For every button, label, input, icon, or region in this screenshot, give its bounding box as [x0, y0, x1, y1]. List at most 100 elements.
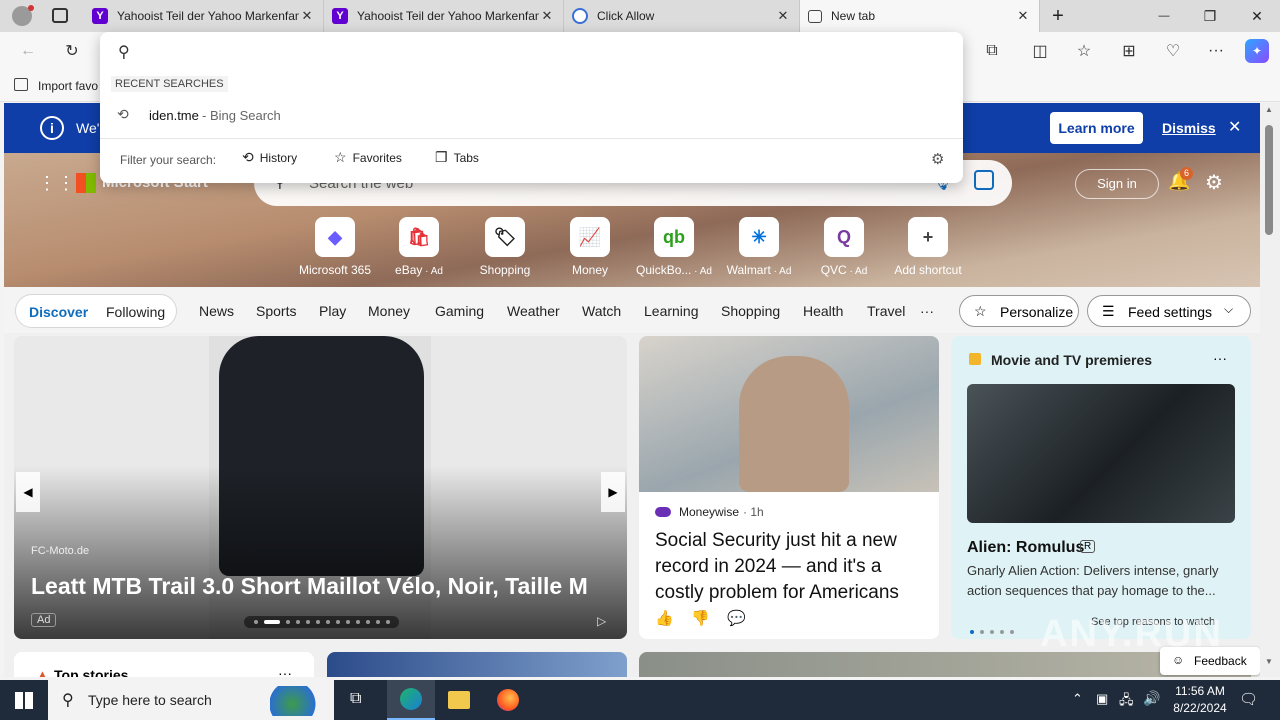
quick-link-m365[interactable]: ◆ Microsoft 365 — [295, 217, 375, 277]
feedback-label: Feedback — [1194, 654, 1247, 668]
dislike-icon[interactable]: 👎 — [691, 609, 710, 627]
menu-icon[interactable]: ··· — [1204, 39, 1228, 63]
tab-discover[interactable]: Discover — [29, 304, 88, 320]
movie-title[interactable]: Alien: Romulus — [967, 539, 1084, 557]
favorites-star-icon[interactable]: ☆ — [1072, 39, 1096, 63]
nav-item-health[interactable]: Health — [803, 303, 843, 319]
tab-close-icon[interactable]: ✕ — [1015, 8, 1031, 24]
scroll-down-icon[interactable]: ▼ — [1265, 657, 1273, 666]
copilot-icon[interactable]: ✦ — [1245, 39, 1269, 63]
scroll-up-icon[interactable]: ▲ — [1265, 105, 1273, 114]
clock-date[interactable]: 8/22/2024 — [1164, 701, 1236, 715]
extensions-icon[interactable]: ⧉ — [980, 39, 1004, 63]
comment-icon[interactable]: 💬 — [727, 609, 746, 627]
nav-item-play[interactable]: Play — [319, 303, 346, 319]
quick-link-chart[interactable]: 📈 Money — [550, 217, 630, 277]
notification-center-icon[interactable]: 🗨 — [1239, 690, 1258, 708]
ebay-icon: 🛍 — [399, 217, 439, 257]
quick-link-tag[interactable]: 🏷 Shopping — [465, 217, 545, 277]
like-icon[interactable]: 👍 — [655, 609, 674, 627]
tab-close-icon[interactable]: ✕ — [775, 8, 791, 24]
filter-history[interactable]: ⟲ History — [242, 149, 297, 171]
personalize-label: Personalize — [1000, 304, 1074, 320]
card-more-icon[interactable]: ··· — [1213, 350, 1227, 366]
top-stories-title[interactable]: Top stories — [54, 667, 128, 677]
nav-item-watch[interactable]: Watch — [582, 303, 621, 319]
personalize-button[interactable]: ☆ Personalize — [959, 295, 1079, 327]
minimize-button[interactable]: — — [1141, 0, 1187, 32]
tab-following[interactable]: Following — [106, 304, 165, 320]
visual-search-icon[interactable] — [974, 170, 994, 190]
tab-yahoo-1[interactable]: Y Yahooist Teil der Yahoo Markenfamilie … — [84, 0, 324, 32]
tab-new-tab[interactable]: New tab ✕ — [800, 0, 1040, 32]
clock-time[interactable]: 11:56 AM — [1170, 684, 1230, 698]
scroll-thumb[interactable] — [1265, 125, 1273, 235]
ad-title[interactable]: Leatt MTB Trail 3.0 Short Maillot Vélo, … — [31, 573, 588, 600]
card-more-icon[interactable]: ··· — [278, 665, 292, 677]
quick-link-walmart[interactable]: ✳ Walmart · Ad — [719, 217, 799, 277]
import-favorites-link[interactable]: Import favo — [38, 79, 98, 93]
close-banner-icon[interactable]: ✕ — [1228, 117, 1241, 137]
nav-item-news[interactable]: News — [199, 303, 234, 319]
windows-start-icon[interactable] — [15, 692, 33, 709]
firefox-icon[interactable] — [497, 689, 519, 711]
nav-item-sports[interactable]: Sports — [256, 303, 296, 319]
restore-button[interactable]: ❐ — [1187, 0, 1233, 32]
next-arrow-icon[interactable]: ▶ — [601, 472, 625, 512]
tab-actions-icon[interactable] — [52, 8, 68, 23]
task-view-icon[interactable]: ⧉ — [350, 690, 361, 708]
news-title[interactable]: Social Security just hit a new record in… — [655, 528, 930, 606]
nav-item-travel[interactable]: Travel — [867, 303, 905, 319]
ad-card[interactable]: ◀ ▶ FC-Moto.de Leatt MTB Trail 3.0 Short… — [14, 336, 627, 639]
tray-device-icon[interactable]: ▣ — [1096, 691, 1108, 707]
tray-chevron-icon[interactable]: ⌃ — [1072, 691, 1083, 707]
learn-more-button[interactable]: Learn more — [1050, 112, 1143, 144]
page-scrollbar[interactable]: ▲ ▼ — [1260, 103, 1280, 677]
carousel-dots[interactable] — [244, 616, 399, 628]
refresh-icon[interactable]: ↻ — [60, 39, 84, 63]
nav-item-gaming[interactable]: Gaming — [435, 303, 484, 319]
movie-image[interactable] — [967, 384, 1235, 523]
new-tab-button[interactable]: + — [1035, 0, 1081, 32]
quick-link-plus[interactable]: + Add shortcut — [888, 217, 968, 277]
feed-settings-button[interactable]: ☰ Feed settings ⌵ — [1087, 295, 1251, 327]
address-input[interactable] — [144, 38, 944, 64]
filter-favorites[interactable]: ☆ Favorites — [334, 149, 402, 171]
movie-section-title[interactable]: Movie and TV premieres — [991, 352, 1152, 368]
file-explorer-icon[interactable] — [448, 691, 470, 709]
prev-arrow-icon[interactable]: ◀ — [16, 472, 40, 512]
tab-click-allow[interactable]: Click Allow ✕ — [564, 0, 800, 32]
tab-close-icon[interactable]: ✕ — [539, 8, 555, 24]
quick-link-quickbooks[interactable]: qb QuickBo... · Ad — [634, 217, 714, 277]
nav-more-icon[interactable]: ··· — [920, 303, 934, 319]
close-window-button[interactable]: ✕ — [1234, 0, 1280, 32]
sign-in-button[interactable]: Sign in — [1075, 169, 1159, 199]
tab-close-icon[interactable]: ✕ — [299, 8, 315, 24]
collections-icon[interactable]: ⊞ — [1117, 39, 1141, 63]
quick-link-qvc[interactable]: Q QVC · Ad — [804, 217, 884, 277]
omnibox-settings-icon[interactable]: ⚙ — [931, 150, 944, 168]
filter-tabs[interactable]: ❐ Tabs — [435, 149, 479, 171]
settings-gear-icon[interactable]: ⚙ — [1205, 170, 1223, 195]
quick-link-ebay[interactable]: 🛍 eBay · Ad — [379, 217, 459, 277]
nav-item-money[interactable]: Money — [368, 303, 410, 319]
volume-icon[interactable]: 🔊 — [1143, 690, 1160, 707]
performance-icon[interactable]: ♡ — [1161, 39, 1185, 63]
filter-label: Filter your search: — [120, 153, 217, 167]
nav-item-weather[interactable]: Weather — [507, 303, 560, 319]
network-icon[interactable]: 🖧 — [1119, 691, 1134, 713]
news-card[interactable]: Moneywise · 1h Social Security just hit … — [639, 336, 939, 639]
movie-pager-dots[interactable] — [967, 621, 1017, 639]
taskbar-search-input[interactable]: Type here to search — [88, 692, 212, 708]
nav-item-learning[interactable]: Learning — [644, 303, 699, 319]
split-screen-icon[interactable]: ◫ — [1028, 39, 1052, 63]
story-card[interactable] — [327, 652, 627, 677]
recent-search-item[interactable]: ⟲ iden.tme - Bing Search — [100, 101, 963, 131]
ad-choices-icon[interactable]: ▷ — [597, 614, 606, 628]
taskbar-search-box[interactable]: ⚲ Type here to search — [48, 680, 334, 720]
back-icon[interactable]: ← — [16, 39, 40, 63]
edge-taskbar-icon[interactable] — [387, 680, 435, 720]
nav-item-shopping[interactable]: Shopping — [721, 303, 780, 319]
tab-yahoo-2[interactable]: Y Yahooist Teil der Yahoo Markenfamilie … — [324, 0, 564, 32]
dismiss-link[interactable]: Dismiss — [1162, 120, 1216, 136]
